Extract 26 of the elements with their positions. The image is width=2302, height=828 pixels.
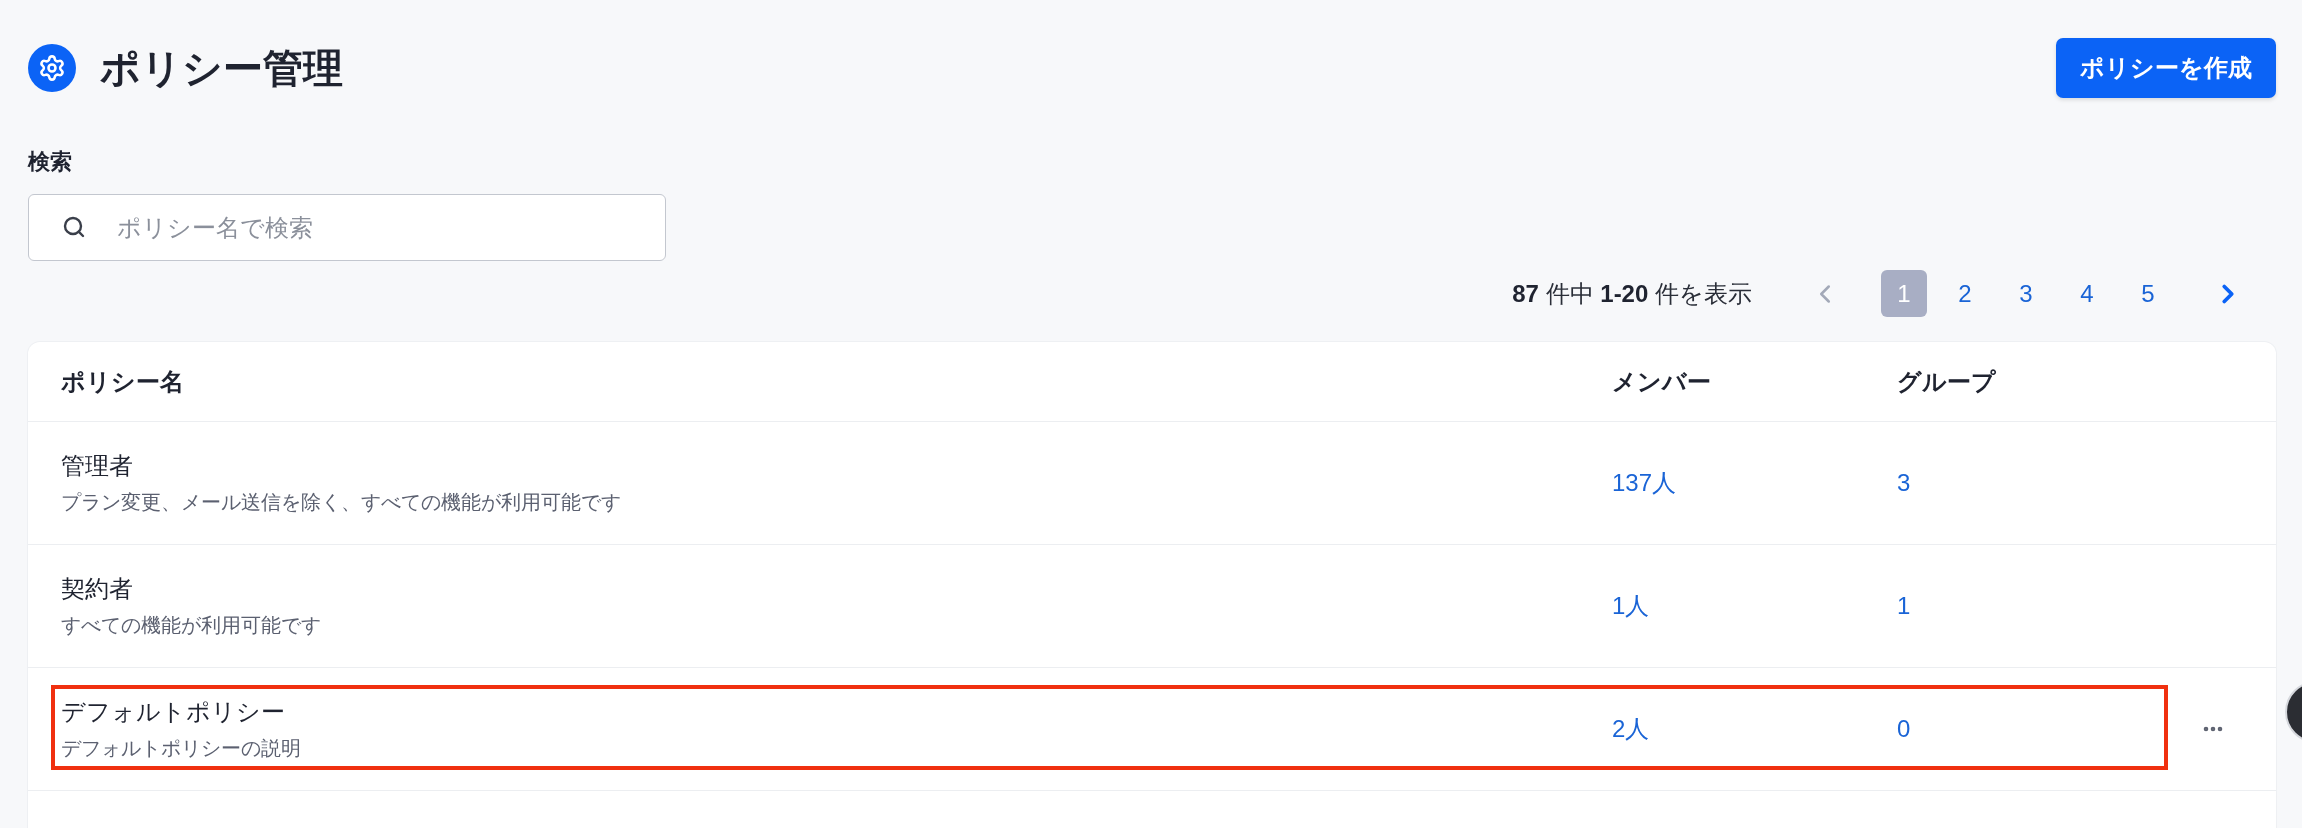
policy-name: 契約者 xyxy=(61,574,133,604)
search-label: 検索 xyxy=(28,150,72,174)
member-count-link[interactable]: 1人 xyxy=(1612,590,1650,622)
search-field[interactable]: ポリシー名で検索 xyxy=(28,194,666,261)
page-button[interactable]: 2 xyxy=(1942,270,1988,317)
policy-description: すべての機能が利用可能です xyxy=(61,613,321,638)
policy-name: デフォルトポリシー xyxy=(61,697,285,727)
settings-icon xyxy=(28,44,76,92)
policy-description: デフォルトポリシーの説明 xyxy=(61,736,301,761)
column-header: グループ xyxy=(1897,366,1997,397)
page-button[interactable]: 4 xyxy=(2064,270,2110,317)
group-count-link[interactable]: 1 xyxy=(1897,592,1911,620)
policy-name: 管理者 xyxy=(61,451,133,481)
result-summary: 87 件中 1-20 件を表示 xyxy=(1512,278,1752,309)
group-count-link[interactable]: 0 xyxy=(1897,715,1911,743)
policy-description: プラン変更、メール送信を除く、すべての機能が利用可能です xyxy=(61,490,621,515)
column-header: メンバー xyxy=(1612,366,1712,397)
page-title: ポリシー管理 xyxy=(100,45,343,92)
page-button[interactable]: 5 xyxy=(2125,270,2171,317)
group-count-link[interactable]: 3 xyxy=(1897,469,1911,497)
column-header: ポリシー名 xyxy=(61,366,185,397)
page-button[interactable]: 3 xyxy=(2003,270,2049,317)
member-count-link[interactable]: 2人 xyxy=(1612,713,1650,745)
member-count-link[interactable]: 137人 xyxy=(1612,467,1677,499)
create-policy-button[interactable]: ポリシーを作成 xyxy=(2056,38,2276,98)
search-icon xyxy=(62,215,86,239)
